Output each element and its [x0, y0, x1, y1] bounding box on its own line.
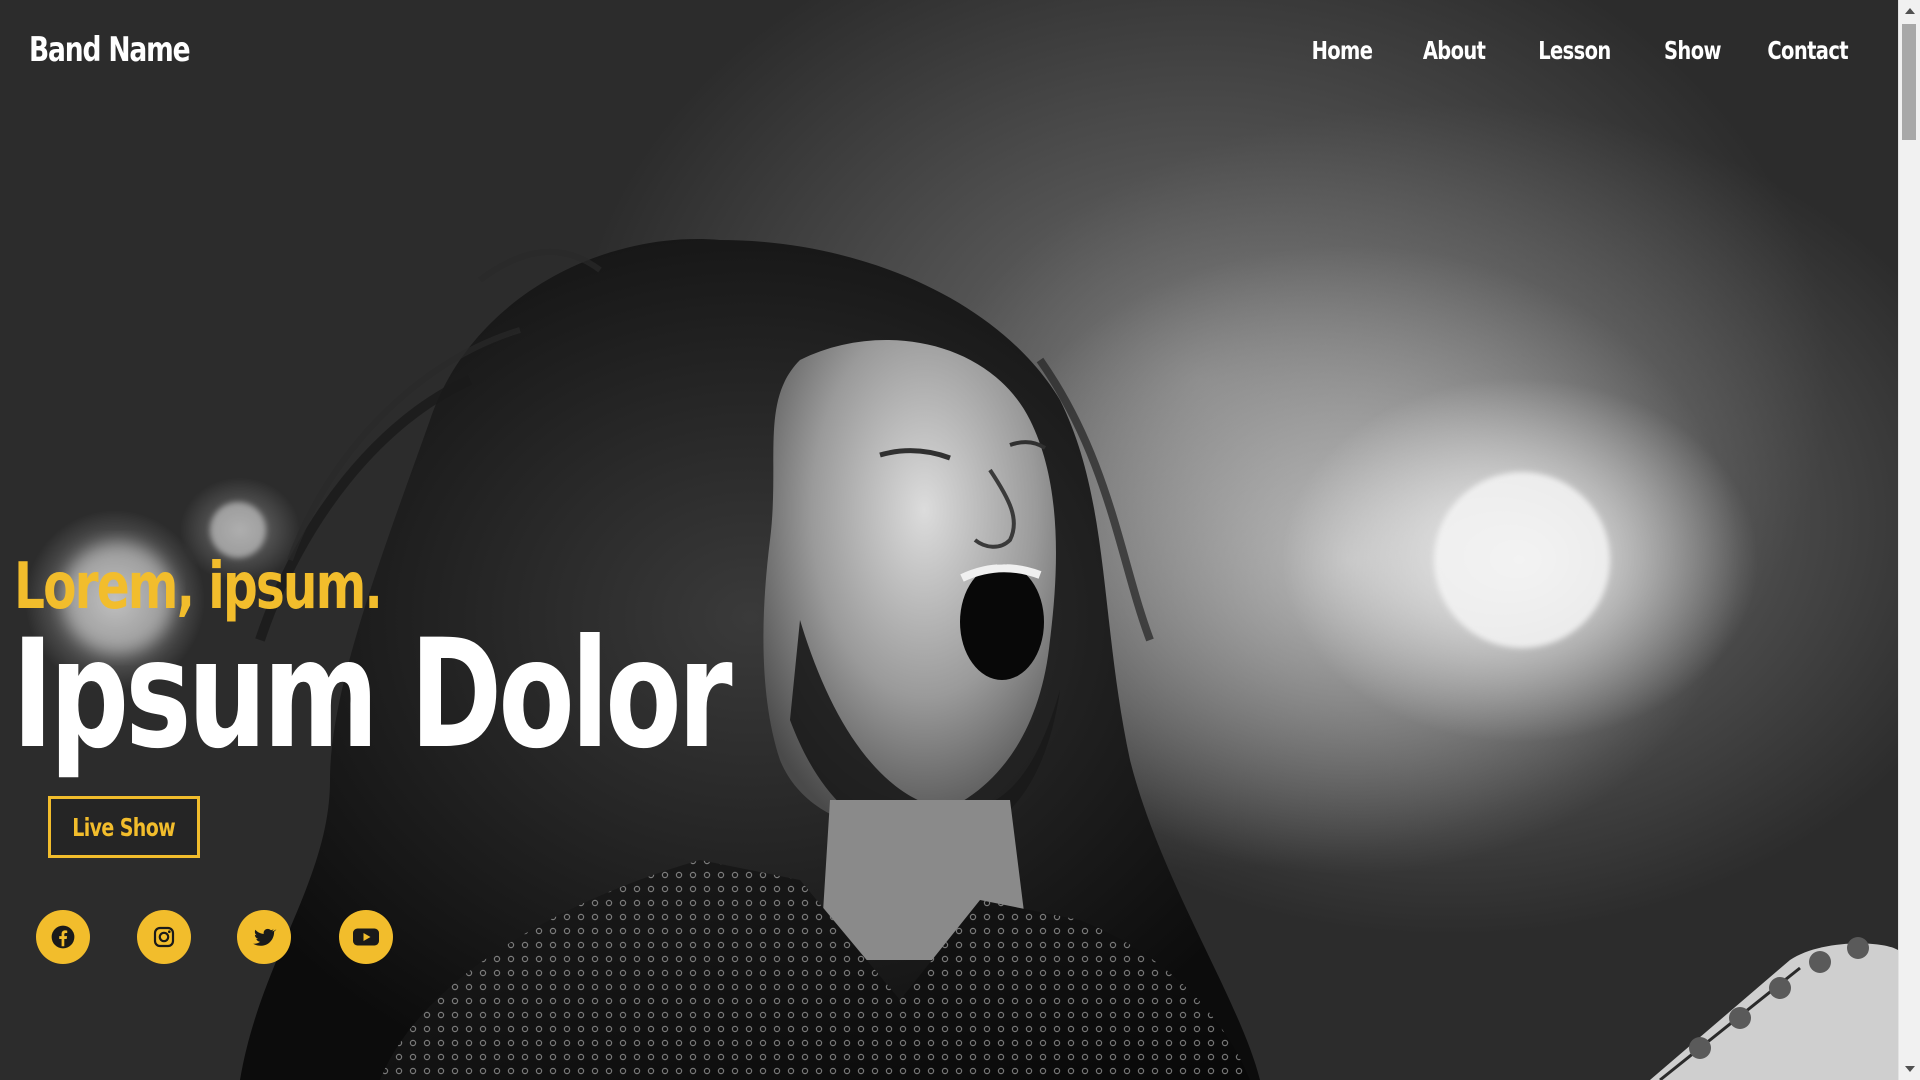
nav-lesson-link[interactable]: Lesson	[1538, 36, 1611, 65]
scroll-up-arrow-icon[interactable]	[1899, 2, 1920, 20]
brand-logo[interactable]: Band Name	[29, 30, 191, 70]
twitter-icon[interactable]	[237, 910, 291, 964]
nav-about-link[interactable]: About	[1423, 36, 1486, 65]
live-show-button[interactable]: Live Show	[48, 796, 200, 858]
instagram-icon[interactable]	[137, 910, 191, 964]
hero-photo	[62, 239, 1898, 1080]
nav-show-link[interactable]: Show	[1664, 36, 1721, 65]
live-show-button-label: Live Show	[72, 812, 176, 842]
facebook-glyph	[51, 925, 75, 949]
hero-headline: Ipsum Dolor	[12, 608, 733, 782]
instagram-glyph	[153, 926, 175, 948]
hero-background	[0, 0, 1898, 1080]
main-nav: Home About Lesson Show Contact	[1288, 36, 1868, 65]
youtube-glyph	[353, 928, 379, 946]
nav-contact-link[interactable]: Contact	[1768, 36, 1849, 65]
site-header: Band Name Home About Lesson Show Contact	[0, 0, 1898, 104]
scroll-down-arrow-icon[interactable]	[1899, 1060, 1920, 1078]
page-scrollbar[interactable]	[1898, 0, 1920, 1080]
twitter-glyph	[253, 928, 277, 946]
youtube-icon[interactable]	[339, 910, 393, 964]
nav-home-link[interactable]: Home	[1312, 36, 1373, 65]
scrollbar-thumb[interactable]	[1902, 24, 1916, 140]
facebook-icon[interactable]	[36, 910, 90, 964]
